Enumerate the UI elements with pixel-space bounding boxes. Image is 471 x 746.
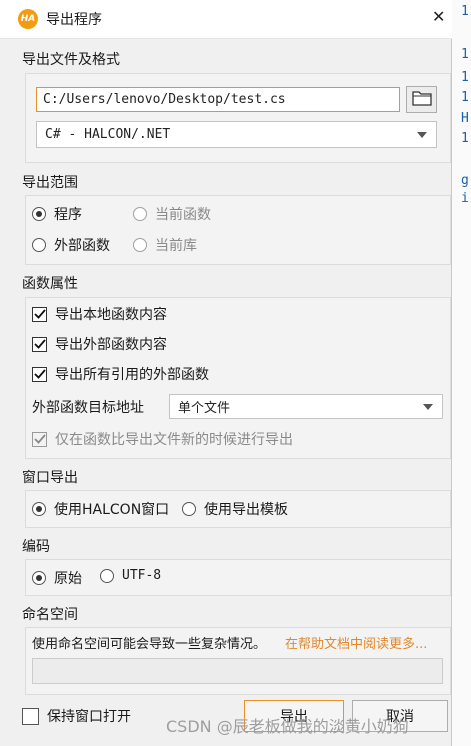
background-code-fragment: 1 — [461, 131, 469, 146]
close-icon[interactable]: ✕ — [432, 7, 445, 26]
checkbox-label: 保持窗口打开 — [47, 709, 131, 725]
checkbox-indicator — [32, 336, 47, 352]
radio-label: 使用导出模板 — [204, 502, 288, 518]
checkbox-keep-window-open[interactable]: 保持窗口打开 — [22, 706, 131, 726]
external-target-label: 外部函数目标地址 — [32, 400, 144, 416]
radio-indicator — [32, 238, 46, 252]
section-label-window-export: 窗口导出 — [22, 470, 78, 486]
radio-indicator — [32, 571, 46, 585]
section-label-encoding: 编码 — [22, 539, 50, 555]
checkbox-export-referenced-functions[interactable]: 导出所有引用的外部函数 — [32, 364, 209, 384]
background-code-fragment: 1 — [461, 47, 469, 62]
namespace-hint: 使用命名空间可能会导致一些复杂情况。 — [32, 637, 267, 652]
radio-indicator — [32, 502, 46, 516]
radio-encoding-utf8[interactable]: UTF-8 — [100, 568, 161, 583]
title-bar: HA 导出程序 ✕ — [0, 0, 452, 39]
radio-range-program[interactable]: 程序 — [32, 204, 82, 224]
checkbox-indicator — [22, 707, 39, 725]
radio-label: 程序 — [54, 207, 82, 223]
background-code-fragment: H — [461, 111, 469, 126]
checkbox-label: 仅在函数比导出文件新的时候进行导出 — [55, 432, 293, 448]
background-code-fragment: 1 — [461, 4, 469, 19]
radio-indicator — [133, 207, 147, 221]
checkbox-label: 导出外部函数内容 — [55, 337, 167, 353]
checkbox-label: 导出本地函数内容 — [55, 307, 167, 323]
radio-use-export-template[interactable]: 使用导出模板 — [182, 499, 288, 519]
radio-use-halcon-window[interactable]: 使用HALCON窗口 — [32, 499, 169, 519]
halcon-logo-icon: HA — [18, 9, 38, 29]
namespace-help-link[interactable]: 在帮助文档中阅读更多... — [285, 633, 427, 652]
radio-indicator — [32, 207, 46, 221]
radio-label: 当前函数 — [155, 207, 211, 223]
window-title: 导出程序 — [46, 12, 102, 28]
radio-label: 原始 — [54, 571, 82, 587]
csdn-watermark: CSDN @辰老板做我的淡黄小奶狗 — [166, 717, 409, 736]
export-format-value: C# - HALCON/.NET — [45, 127, 171, 142]
checkbox-indicator — [32, 366, 47, 382]
background-code-fragment: 1 — [461, 90, 469, 105]
checkbox-export-local-functions[interactable]: 导出本地函数内容 — [32, 304, 167, 324]
chevron-down-icon — [417, 131, 427, 138]
checkbox-export-external-functions[interactable]: 导出外部函数内容 — [32, 334, 167, 354]
external-target-value: 单个文件 — [178, 401, 231, 416]
radio-label: 当前库 — [155, 238, 197, 254]
radio-encoding-original[interactable]: 原始 — [32, 568, 82, 588]
checkbox-export-newer-only[interactable]: 仅在函数比导出文件新的时候进行导出 — [32, 429, 293, 449]
radio-indicator — [100, 568, 114, 583]
radio-indicator — [182, 502, 196, 516]
radio-label: 使用HALCON窗口 — [54, 502, 170, 518]
folder-icon — [411, 90, 432, 110]
encoding-group — [25, 559, 451, 596]
radio-range-current-library[interactable]: 当前库 — [133, 235, 197, 255]
external-target-select[interactable]: 单个文件 — [169, 394, 443, 419]
radio-indicator — [133, 238, 147, 252]
section-label-export-file: 导出文件及格式 — [22, 52, 120, 68]
namespace-input[interactable] — [32, 658, 443, 684]
section-label-namespace: 命名空间 — [22, 607, 78, 623]
section-label-export-range: 导出范围 — [22, 175, 78, 191]
export-format-select[interactable]: C# - HALCON/.NET — [36, 121, 437, 148]
export-program-dialog: HA 导出程序 ✕ 导出文件及格式 C:/Users/lenovo/Deskto… — [0, 0, 452, 746]
section-label-function-props: 函数属性 — [22, 276, 78, 292]
checkbox-indicator — [32, 431, 47, 447]
radio-range-current-function[interactable]: 当前函数 — [133, 204, 211, 224]
radio-range-external-function[interactable]: 外部函数 — [32, 235, 110, 255]
background-code-fragment: g — [461, 173, 469, 188]
background-code-fragment: 1 — [461, 70, 469, 85]
export-path-input[interactable]: C:/Users/lenovo/Desktop/test.cs — [36, 87, 400, 112]
radio-label: 外部函数 — [54, 238, 110, 254]
background-code-fragment: i — [461, 191, 469, 206]
chevron-down-icon — [423, 403, 433, 410]
radio-label: UTF-8 — [122, 568, 162, 583]
checkbox-indicator — [32, 306, 47, 322]
browse-folder-button[interactable] — [406, 86, 437, 113]
checkbox-label: 导出所有引用的外部函数 — [55, 367, 209, 383]
